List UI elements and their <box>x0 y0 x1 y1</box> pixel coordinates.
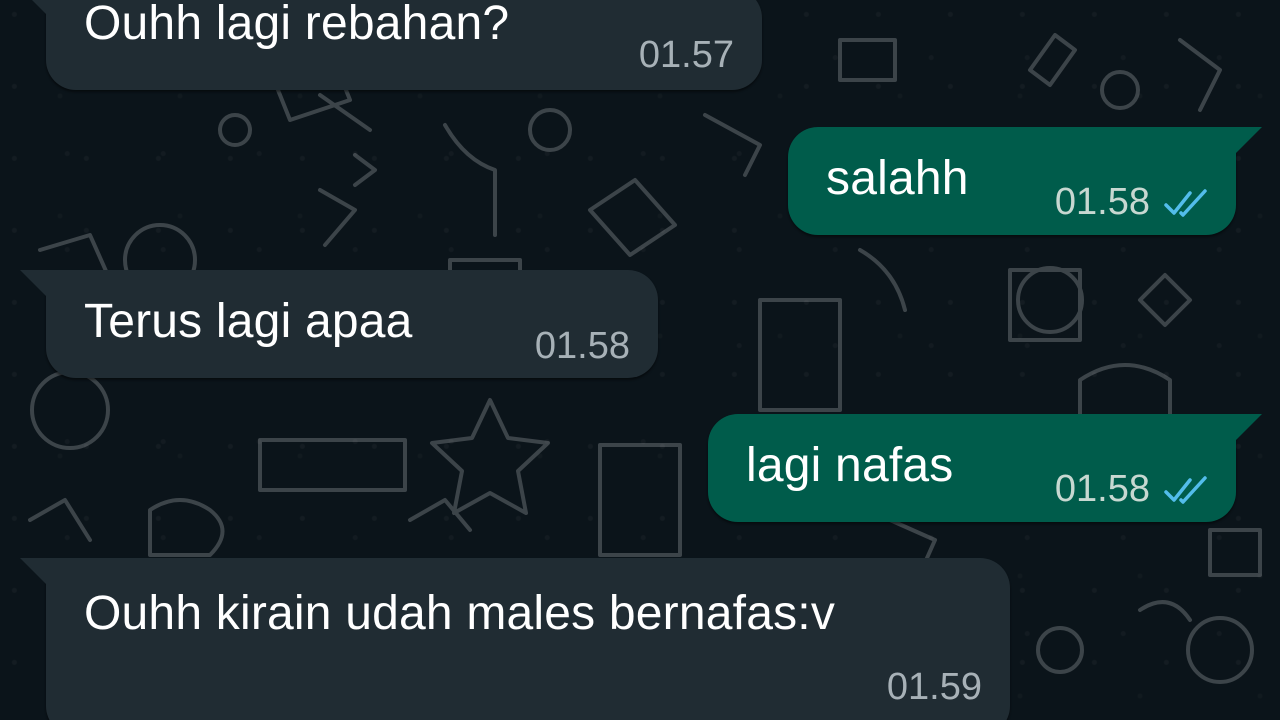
message-text: lagi nafas <box>746 439 954 492</box>
message-meta: 01.59 <box>887 668 982 706</box>
double-check-icon <box>1164 476 1207 504</box>
message-meta: 01.57 <box>639 36 734 74</box>
double-check-icon <box>1164 189 1207 217</box>
message-text: Ouhh lagi rebahan? <box>84 0 510 50</box>
incoming-message-bubble[interactable]: Terus lagi apaa 01.58 <box>20 270 658 378</box>
incoming-message-bubble[interactable]: Ouhh lagi rebahan? 01.57 <box>20 0 762 90</box>
outgoing-message-bubble[interactable]: lagi nafas 01.58 <box>708 414 1262 522</box>
message-text: Ouhh kirain udah males bernafas:v <box>84 587 836 640</box>
message-timestamp: 01.58 <box>534 325 630 367</box>
message-timestamp: 01.59 <box>886 666 982 708</box>
message-text: salahh <box>826 152 969 205</box>
message-text: Terus lagi apaa <box>84 295 413 348</box>
message-timestamp: 01.57 <box>638 34 734 76</box>
outgoing-message-bubble[interactable]: salahh 01.58 <box>788 127 1262 235</box>
message-meta: 01.58 <box>1055 183 1208 221</box>
message-timestamp: 01.58 <box>1054 468 1150 510</box>
message-meta: 01.58 <box>535 327 630 365</box>
message-meta: 01.58 <box>1055 470 1208 508</box>
incoming-message-bubble[interactable]: Ouhh kirain udah males bernafas:v 01.59 <box>20 558 1010 720</box>
message-timestamp: 01.58 <box>1054 181 1150 223</box>
